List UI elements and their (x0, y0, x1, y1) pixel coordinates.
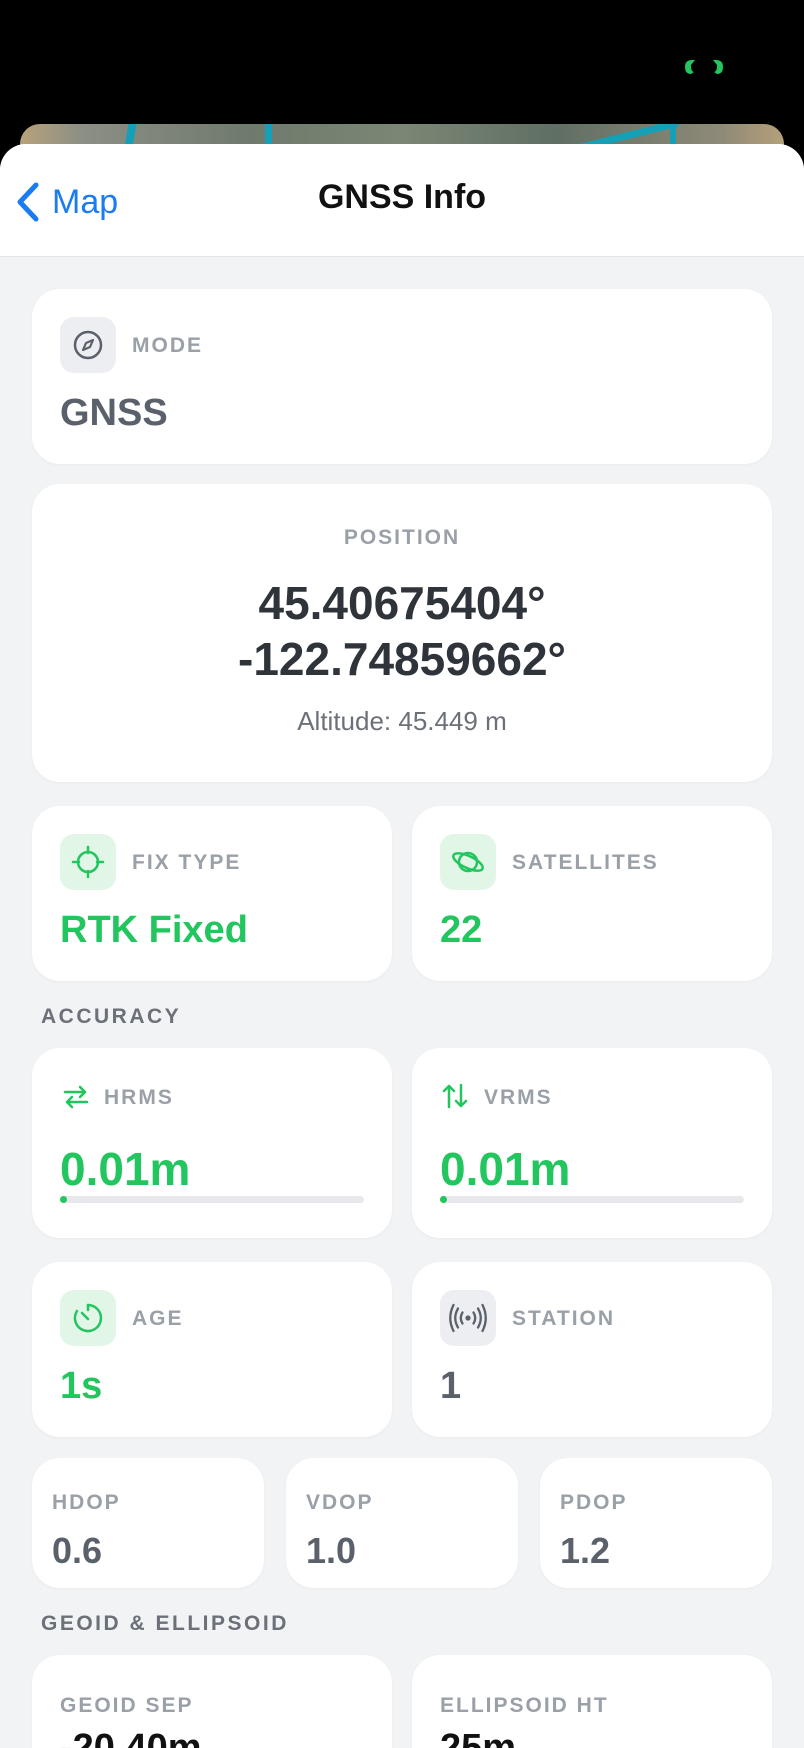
planet-icon (440, 834, 496, 890)
broadcast-icon (440, 1290, 496, 1346)
vertical-arrows-icon (442, 1083, 468, 1109)
fix-type-value: RTK Fixed (60, 909, 248, 951)
vdop-value: 1.0 (306, 1530, 357, 1571)
hrms-label: HRMS (104, 1086, 174, 1109)
age-value: 1s (60, 1365, 103, 1407)
hrms-progress-fill (60, 1196, 67, 1203)
vdop-label: VDOP (306, 1491, 374, 1514)
ellipsoid-ht-card: ELLIPSOID HT 25m (412, 1655, 772, 1748)
age-label: AGE (132, 1307, 184, 1330)
horizontal-arrows-icon (63, 1085, 89, 1109)
vrms-progress-fill (440, 1196, 447, 1203)
geoid-sep-card: GEOID SEP -20.40m (32, 1655, 392, 1748)
latitude-value: 45.40675404° (258, 577, 546, 629)
vrms-card: VRMS 0.01m (412, 1048, 772, 1238)
hrms-card: HRMS 0.01m (32, 1048, 392, 1238)
hdop-label: HDOP (52, 1491, 121, 1514)
mode-label: MODE (132, 334, 203, 357)
hrms-value: 0.01m (60, 1143, 191, 1195)
pdop-value: 1.2 (560, 1530, 611, 1571)
fix-type-card: FIX TYPE RTK Fixed (32, 806, 392, 981)
compass-icon (60, 317, 116, 373)
status-indicator-icon (685, 60, 723, 74)
accuracy-section-title: ACCURACY (41, 1005, 182, 1028)
geoid-section-title: GEOID & ELLIPSOID (41, 1612, 289, 1635)
vrms-value: 0.01m (440, 1143, 571, 1195)
station-label: STATION (512, 1307, 616, 1330)
hdop-card: HDOP 0.6 (32, 1458, 264, 1588)
station-value: 1 (440, 1365, 462, 1407)
altitude-text: Altitude: 45.449 m (297, 706, 507, 736)
hrms-progress-bar (60, 1196, 364, 1203)
fix-type-label: FIX TYPE (132, 851, 242, 874)
position-card: POSITION 45.40675404° -122.74859662° Alt… (32, 484, 772, 782)
navigation-bar: Map GNSS Info (0, 144, 804, 257)
satellites-label: SATELLITES (512, 851, 659, 874)
pdop-card: PDOP 1.2 (540, 1458, 772, 1588)
page-title: GNSS Info (317, 178, 487, 216)
station-card: STATION 1 (412, 1262, 772, 1437)
satellites-card: SATELLITES 22 (412, 806, 772, 981)
vrms-label: VRMS (484, 1086, 553, 1109)
hdop-value: 0.6 (52, 1530, 103, 1571)
satellites-value: 22 (440, 909, 483, 951)
mode-value: GNSS (60, 392, 168, 434)
status-bar (0, 0, 804, 125)
ellipsoid-ht-label: ELLIPSOID HT (440, 1694, 609, 1717)
vrms-progress-bar (440, 1196, 744, 1203)
position-label: POSITION (343, 526, 461, 549)
pdop-label: PDOP (560, 1491, 628, 1514)
vdop-card: VDOP 1.0 (286, 1458, 518, 1588)
gnss-info-sheet: Map GNSS Info MODE GNSS POSITION 45.4067… (0, 144, 804, 1748)
geoid-sep-label: GEOID SEP (60, 1694, 194, 1717)
ellipsoid-ht-value: 25m (440, 1727, 517, 1748)
longitude-value: -122.74859662° (238, 633, 566, 685)
geoid-sep-value: -20.40m (60, 1727, 202, 1748)
crosshair-icon (60, 834, 116, 890)
timer-icon (60, 1290, 116, 1346)
age-card: AGE 1s (32, 1262, 392, 1437)
mode-card: MODE GNSS (32, 289, 772, 464)
